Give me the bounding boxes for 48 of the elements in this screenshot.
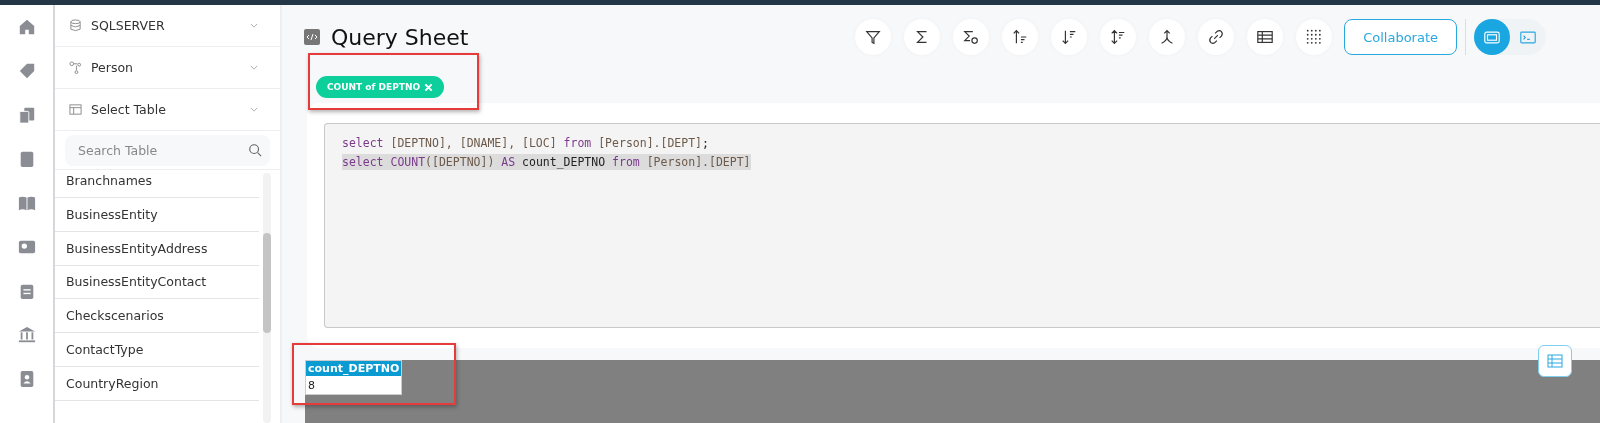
toolbar-button[interactable] [1247, 19, 1284, 55]
page-title: Query Sheet [331, 24, 469, 50]
scrollbar-thumb[interactable] [263, 233, 271, 333]
link-icon [1207, 28, 1226, 46]
search-icon [248, 143, 262, 157]
home-icon[interactable] [17, 18, 36, 36]
toolbar-button[interactable] [904, 19, 941, 55]
chevron-down-icon [250, 65, 258, 70]
table-list-item[interactable]: CountryRegion [55, 367, 259, 401]
table-cell: 8 [305, 376, 402, 395]
documents-icon[interactable] [17, 106, 36, 124]
filter-icon [864, 28, 883, 46]
table-view-button[interactable] [1538, 345, 1572, 377]
chevron-down-icon [250, 23, 258, 28]
table-list-item[interactable]: BusinessEntityAddress [55, 231, 259, 266]
code-line: select [DEPTNO], [DNAME], [LOC] from [Person].[DEPT]; [342, 135, 709, 151]
item-icon [69, 103, 82, 116]
selector-dropdown[interactable]: Person [55, 47, 280, 89]
column-header: count_DEPTNO [305, 360, 402, 376]
bank-icon[interactable] [17, 326, 36, 344]
item-icon [69, 61, 82, 74]
view-toggle-button[interactable] [1474, 19, 1510, 55]
open-book-icon[interactable] [17, 194, 36, 212]
table-list-item[interactable]: BusinessEntityContact [55, 265, 259, 300]
table-list-item[interactable]: Checkscenarios [55, 299, 259, 334]
terminal-icon [1519, 29, 1537, 45]
toolbar-button[interactable] [1100, 19, 1137, 55]
search-field[interactable]: Search Table [65, 135, 270, 166]
table-list-item[interactable]: ContactType [55, 333, 259, 367]
close-icon[interactable] [424, 82, 434, 92]
sum-settings-icon [962, 28, 981, 46]
table-list-item[interactable]: Branchnames [55, 170, 259, 198]
tag-icon[interactable] [17, 62, 36, 80]
item-icon [69, 19, 82, 32]
toolbar-button[interactable] [1198, 19, 1235, 55]
grid-dots-icon [1305, 28, 1324, 46]
table-icon [1547, 354, 1563, 368]
selector-dropdown[interactable]: SQLSERVER [55, 5, 280, 47]
toolbar-button[interactable] [953, 19, 990, 55]
chart-card-icon[interactable] [17, 238, 36, 256]
code-editor[interactable]: select [DEPTNO], [DNAME], [LOC] from [Person].[DEPT]; select COUNT([DEPTNO]) AS count_DEPTNO from [Person].[DEPT] [324, 123, 1600, 328]
selector-dropdown[interactable]: Select Table [55, 89, 280, 131]
table-list-item[interactable]: BusinessEntity [55, 198, 259, 232]
frame-icon [1483, 29, 1501, 45]
code-icon [304, 29, 320, 45]
table-icon [1256, 28, 1275, 46]
toolbar-button[interactable] [855, 19, 892, 55]
chevron-down-icon [250, 107, 258, 112]
